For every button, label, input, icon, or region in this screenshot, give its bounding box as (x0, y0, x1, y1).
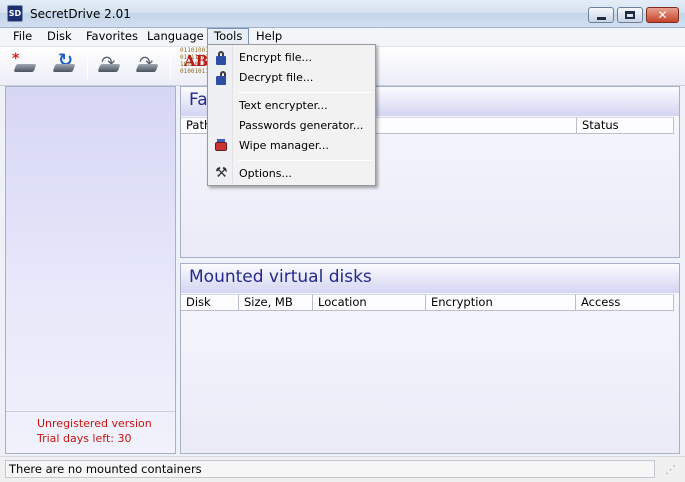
menu-file[interactable]: File (7, 28, 38, 47)
mounted-disks-list[interactable] (181, 311, 679, 453)
column-access[interactable]: Access (576, 294, 674, 311)
column-location[interactable]: Location (313, 294, 426, 311)
close-icon: ✕ (657, 8, 668, 22)
menu-separator (238, 92, 372, 93)
unmount-disk-button[interactable]: ↷ (133, 53, 161, 79)
maximize-button[interactable] (617, 7, 643, 23)
mounted-disks-title: Mounted virtual disks (189, 267, 372, 287)
mount-disk-button[interactable]: ↷ (95, 53, 123, 79)
new-disk-button[interactable]: * (11, 51, 39, 79)
menu-item-decrypt-file[interactable]: Decrypt file... (208, 68, 375, 88)
license-info: Unregistered version Trial days left: 30 (6, 411, 175, 453)
status-text: There are no mounted containers (9, 462, 202, 476)
new-disk-icon (13, 64, 37, 72)
unmount-disk-icon (135, 64, 159, 72)
unregistered-label: Unregistered version (37, 417, 152, 430)
status-bar: There are no mounted containers ⋰ (0, 456, 685, 482)
menu-item-options[interactable]: ⚒ Options... (208, 164, 375, 184)
column-size[interactable]: Size, MB (239, 294, 313, 311)
lock-body (216, 56, 226, 65)
toolbar-separator (170, 53, 171, 79)
menu-separator (238, 160, 372, 161)
menu-item-label: Passwords generator... (239, 119, 364, 132)
column-status[interactable]: Status (577, 117, 674, 134)
resize-grip-icon[interactable]: ⋰ (660, 463, 676, 479)
menu-item-label: Text encrypter... (239, 99, 328, 112)
window-title: SecretDrive 2.01 (30, 7, 131, 21)
menu-disk[interactable]: Disk (41, 28, 78, 47)
trial-days-label: Trial days left: 30 (37, 432, 132, 445)
status-cell: There are no mounted containers (5, 460, 655, 478)
menu-item-label: Encrypt file... (239, 51, 313, 64)
close-button[interactable]: ✕ (646, 7, 679, 23)
encryption-abc-button[interactable]: 0110100110 0101100101 1001011001 0100101… (180, 47, 221, 83)
menu-item-encrypt-file[interactable]: Encrypt file... (208, 48, 375, 68)
menu-language[interactable]: Language (141, 28, 210, 47)
menu-favorites[interactable]: Favorites (80, 28, 144, 47)
maximize-icon (625, 11, 635, 19)
mounted-disks-panel: Mounted virtual disks Disk Size, MB Loca… (180, 263, 680, 454)
column-encryption[interactable]: Encryption (426, 294, 576, 311)
menu-item-label: Decrypt file... (239, 71, 314, 84)
menu-item-passwords-generator[interactable]: Passwords generator... (208, 116, 375, 136)
app-icon: SD (7, 5, 23, 22)
title-bar: SD SecretDrive 2.01 ✕ (0, 0, 685, 28)
refresh-disk-icon (52, 64, 76, 72)
lock-open-icon (213, 70, 229, 86)
tools-glyph: ⚒ (215, 165, 228, 181)
tools-menu: Encrypt file... Decrypt file... Text enc… (207, 44, 376, 186)
lock-body (216, 76, 226, 85)
menu-item-text-encrypter[interactable]: Text encrypter... (208, 96, 375, 116)
menu-item-wipe-manager[interactable]: Wipe manager... (208, 136, 375, 156)
minimize-icon (596, 16, 606, 20)
mount-disk-icon (97, 64, 121, 72)
mounted-disks-header: Mounted virtual disks (181, 264, 679, 293)
tools-icon: ⚒ (213, 165, 229, 182)
column-disk[interactable]: Disk (181, 294, 239, 311)
toolbar-separator (87, 53, 88, 79)
wipe-icon-body (215, 142, 227, 151)
lock-closed-icon (213, 50, 229, 66)
wipe-icon (213, 138, 229, 154)
refresh-disk-button[interactable]: ↻ (50, 50, 78, 79)
menu-item-label: Wipe manager... (239, 139, 329, 152)
menu-item-label: Options... (239, 167, 292, 180)
minimize-button[interactable] (588, 7, 614, 23)
left-pane: Unregistered version Trial days left: 30 (5, 86, 176, 454)
